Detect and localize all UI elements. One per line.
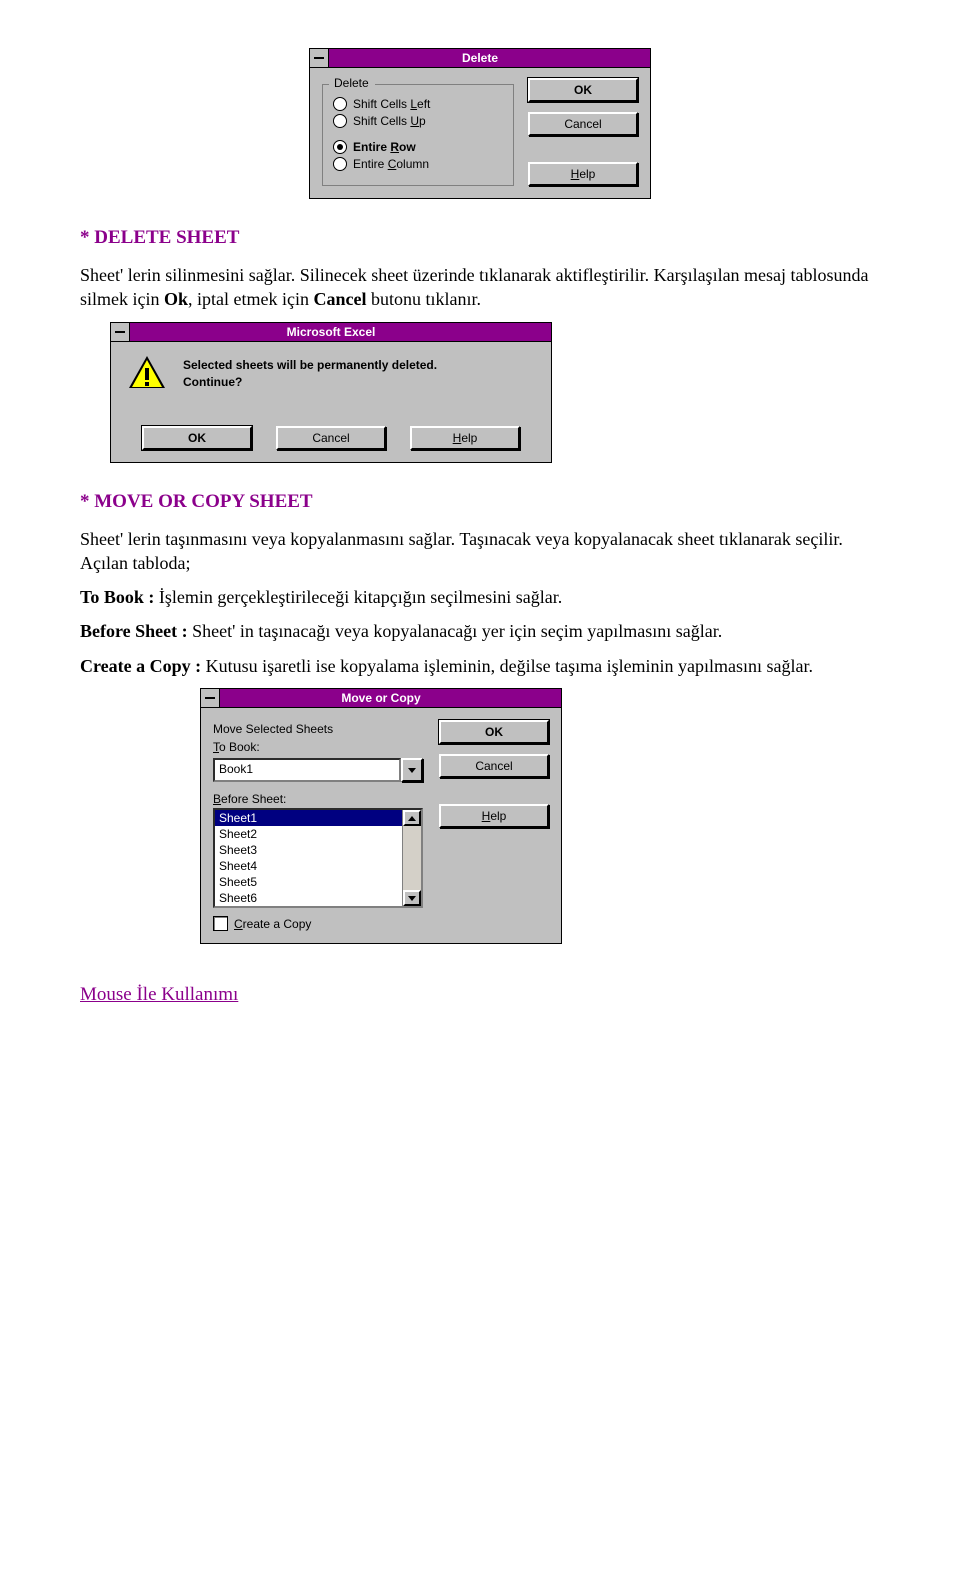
heading-move-copy: * MOVE OR COPY SHEET [80, 491, 880, 513]
cancel-button[interactable]: Cancel [276, 426, 386, 450]
list-item[interactable]: Sheet4 [215, 858, 402, 874]
msgbox-title: Microsoft Excel [287, 325, 376, 339]
heading-mouse: Mouse İle Kullanımı [80, 984, 880, 1006]
sysmenu-icon[interactable] [201, 689, 220, 707]
radio-icon [333, 97, 347, 111]
radio-shift-left[interactable]: Shift Cells Left [333, 97, 503, 111]
radio-label: Shift Cells Up [353, 114, 426, 128]
list-item[interactable]: Sheet6 [215, 890, 402, 906]
create-copy-label: Create a Copy [234, 917, 311, 931]
move-copy-title: Move or Copy [341, 691, 420, 705]
before-sheet-listbox[interactable]: Sheet1 Sheet2 Sheet3 Sheet4 Sheet5 Sheet… [213, 808, 423, 908]
paragraph-create-copy: Create a Copy : Kutusu işaretli ise kopy… [80, 654, 880, 678]
radio-shift-up[interactable]: Shift Cells Up [333, 114, 503, 128]
delete-group-title: Delete [331, 76, 372, 90]
paragraph-before-sheet: Before Sheet : Sheet' in taşınacağı veya… [80, 619, 880, 643]
radio-entire-column[interactable]: Entire Column [333, 157, 503, 171]
radio-icon-selected [333, 140, 347, 154]
paragraph-move-copy-intro: Sheet' lerin taşınmasını veya kopyalanma… [80, 527, 880, 576]
scroll-track[interactable] [403, 826, 421, 890]
cancel-button[interactable]: Cancel [439, 754, 549, 778]
scroll-down-icon[interactable] [403, 890, 421, 906]
ok-button[interactable]: OK [439, 720, 549, 744]
move-selected-label: Move Selected Sheets [213, 722, 423, 736]
cancel-button[interactable]: Cancel [528, 112, 638, 136]
listbox-scrollbar[interactable] [402, 810, 421, 906]
scroll-up-icon[interactable] [403, 810, 421, 826]
create-copy-checkbox[interactable]: Create a Copy [213, 916, 423, 931]
list-item[interactable]: Sheet5 [215, 874, 402, 890]
radio-label: Entire Column [353, 157, 429, 171]
chevron-down-icon[interactable] [401, 758, 423, 782]
ok-button[interactable]: OK [528, 78, 638, 102]
before-sheet-label: Before Sheet: [213, 792, 423, 806]
move-copy-dialog: Move or Copy Move Selected Sheets To Boo… [200, 688, 562, 944]
help-button[interactable]: Help [528, 162, 638, 186]
paragraph-delete-sheet: Sheet' lerin silinmesini sağlar. Silinec… [80, 263, 880, 312]
sysmenu-icon[interactable] [310, 49, 329, 67]
sysmenu-icon[interactable] [111, 323, 130, 341]
delete-dialog-titlebar: Delete [310, 49, 650, 68]
help-button[interactable]: Help [410, 426, 520, 450]
to-book-value[interactable]: Book1 [213, 758, 401, 782]
delete-group: Delete Shift Cells Left Shift Cells Up E… [322, 84, 514, 186]
list-item[interactable]: Sheet3 [215, 842, 402, 858]
to-book-combo[interactable]: Book1 [213, 758, 423, 782]
list-item[interactable]: Sheet1 [215, 810, 402, 826]
excel-msgbox: Microsoft Excel Selected sheets will be … [110, 322, 552, 463]
radio-label: Shift Cells Left [353, 97, 430, 111]
help-button[interactable]: Help [439, 804, 549, 828]
checkbox-icon [213, 916, 228, 931]
list-item[interactable]: Sheet2 [215, 826, 402, 842]
warning-icon [129, 356, 165, 392]
radio-label: Entire Row [353, 140, 416, 154]
radio-icon [333, 157, 347, 171]
msgbox-text: Selected sheets will be permanently dele… [183, 357, 437, 391]
radio-entire-row[interactable]: Entire Row [333, 140, 503, 154]
delete-dialog: Delete Delete Shift Cells Left Shift Cel… [309, 48, 651, 199]
heading-delete-sheet: * DELETE SHEET [80, 227, 880, 249]
radio-icon [333, 114, 347, 128]
delete-dialog-title: Delete [462, 51, 498, 65]
to-book-label: To Book: [213, 740, 423, 754]
move-copy-titlebar: Move or Copy [201, 689, 561, 708]
msgbox-titlebar: Microsoft Excel [111, 323, 551, 342]
ok-button[interactable]: OK [142, 426, 252, 450]
paragraph-to-book: To Book : İşlemin gerçekleştirileceği ki… [80, 585, 880, 609]
